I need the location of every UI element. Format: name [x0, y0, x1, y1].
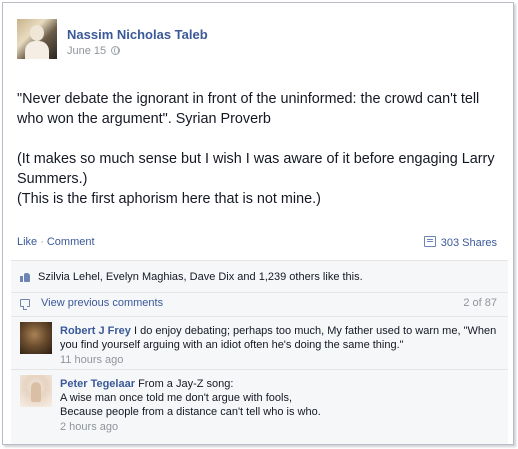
author-name[interactable]: Nassim Nicholas Taleb [67, 27, 208, 42]
comment-timestamp[interactable]: 11 hours ago [60, 353, 500, 367]
globe-icon [111, 46, 121, 55]
like-link[interactable]: Like [17, 236, 37, 248]
post-date[interactable]: June 15 [67, 45, 106, 57]
commenter-name[interactable]: Robert J Frey [60, 325, 131, 337]
post-date-row: June 15 [67, 45, 121, 57]
author-avatar[interactable] [17, 19, 57, 59]
commenter-avatar[interactable] [20, 375, 52, 407]
post-paragraph-2: (It makes so much sense but I wish I was… [17, 151, 495, 207]
comment-link[interactable]: Comment [47, 236, 95, 248]
likes-row: Szilvia Lehel, Evelyn Maghias, Dave Dix … [11, 267, 508, 287]
shares-count: 303 Shares [440, 237, 497, 249]
comment: Peter Tegelaar From a Jay-Z song: A wise… [11, 369, 508, 444]
comment-body: Robert J Frey I do enjoy debating; perha… [60, 324, 500, 367]
thumbs-up-icon [20, 272, 30, 282]
commenter-avatar[interactable] [20, 322, 52, 354]
post-text: "Never debate the ignorant in front of t… [17, 89, 507, 209]
comment: Robert J Frey I do enjoy debating; perha… [11, 316, 508, 369]
post-card: Nassim Nicholas Taleb June 15 "Never deb… [2, 2, 514, 445]
feedback-panel: Szilvia Lehel, Evelyn Maghias, Dave Dix … [11, 260, 508, 444]
avatar-head [30, 25, 44, 41]
commenter-name[interactable]: Peter Tegelaar [60, 378, 135, 390]
comment-bubble-icon [20, 299, 30, 310]
comment-timestamp[interactable]: 2 hours ago [60, 420, 500, 434]
comment-body: Peter Tegelaar From a Jay-Z song: A wise… [60, 377, 500, 434]
post-actions: Like · Comment [17, 236, 95, 248]
shares-link[interactable]: 303 Shares [423, 236, 497, 249]
view-previous-row: View previous comments 2 of 87 [11, 292, 508, 313]
avatar-body [25, 41, 49, 59]
comment-count: 2 of 87 [463, 297, 497, 309]
action-separator: · [40, 236, 44, 248]
likes-summary[interactable]: Szilvia Lehel, Evelyn Maghias, Dave Dix … [38, 271, 363, 283]
post-paragraph-1: "Never debate the ignorant in front of t… [17, 91, 480, 127]
share-icon [423, 236, 436, 247]
view-previous-comments-link[interactable]: View previous comments [41, 297, 163, 309]
